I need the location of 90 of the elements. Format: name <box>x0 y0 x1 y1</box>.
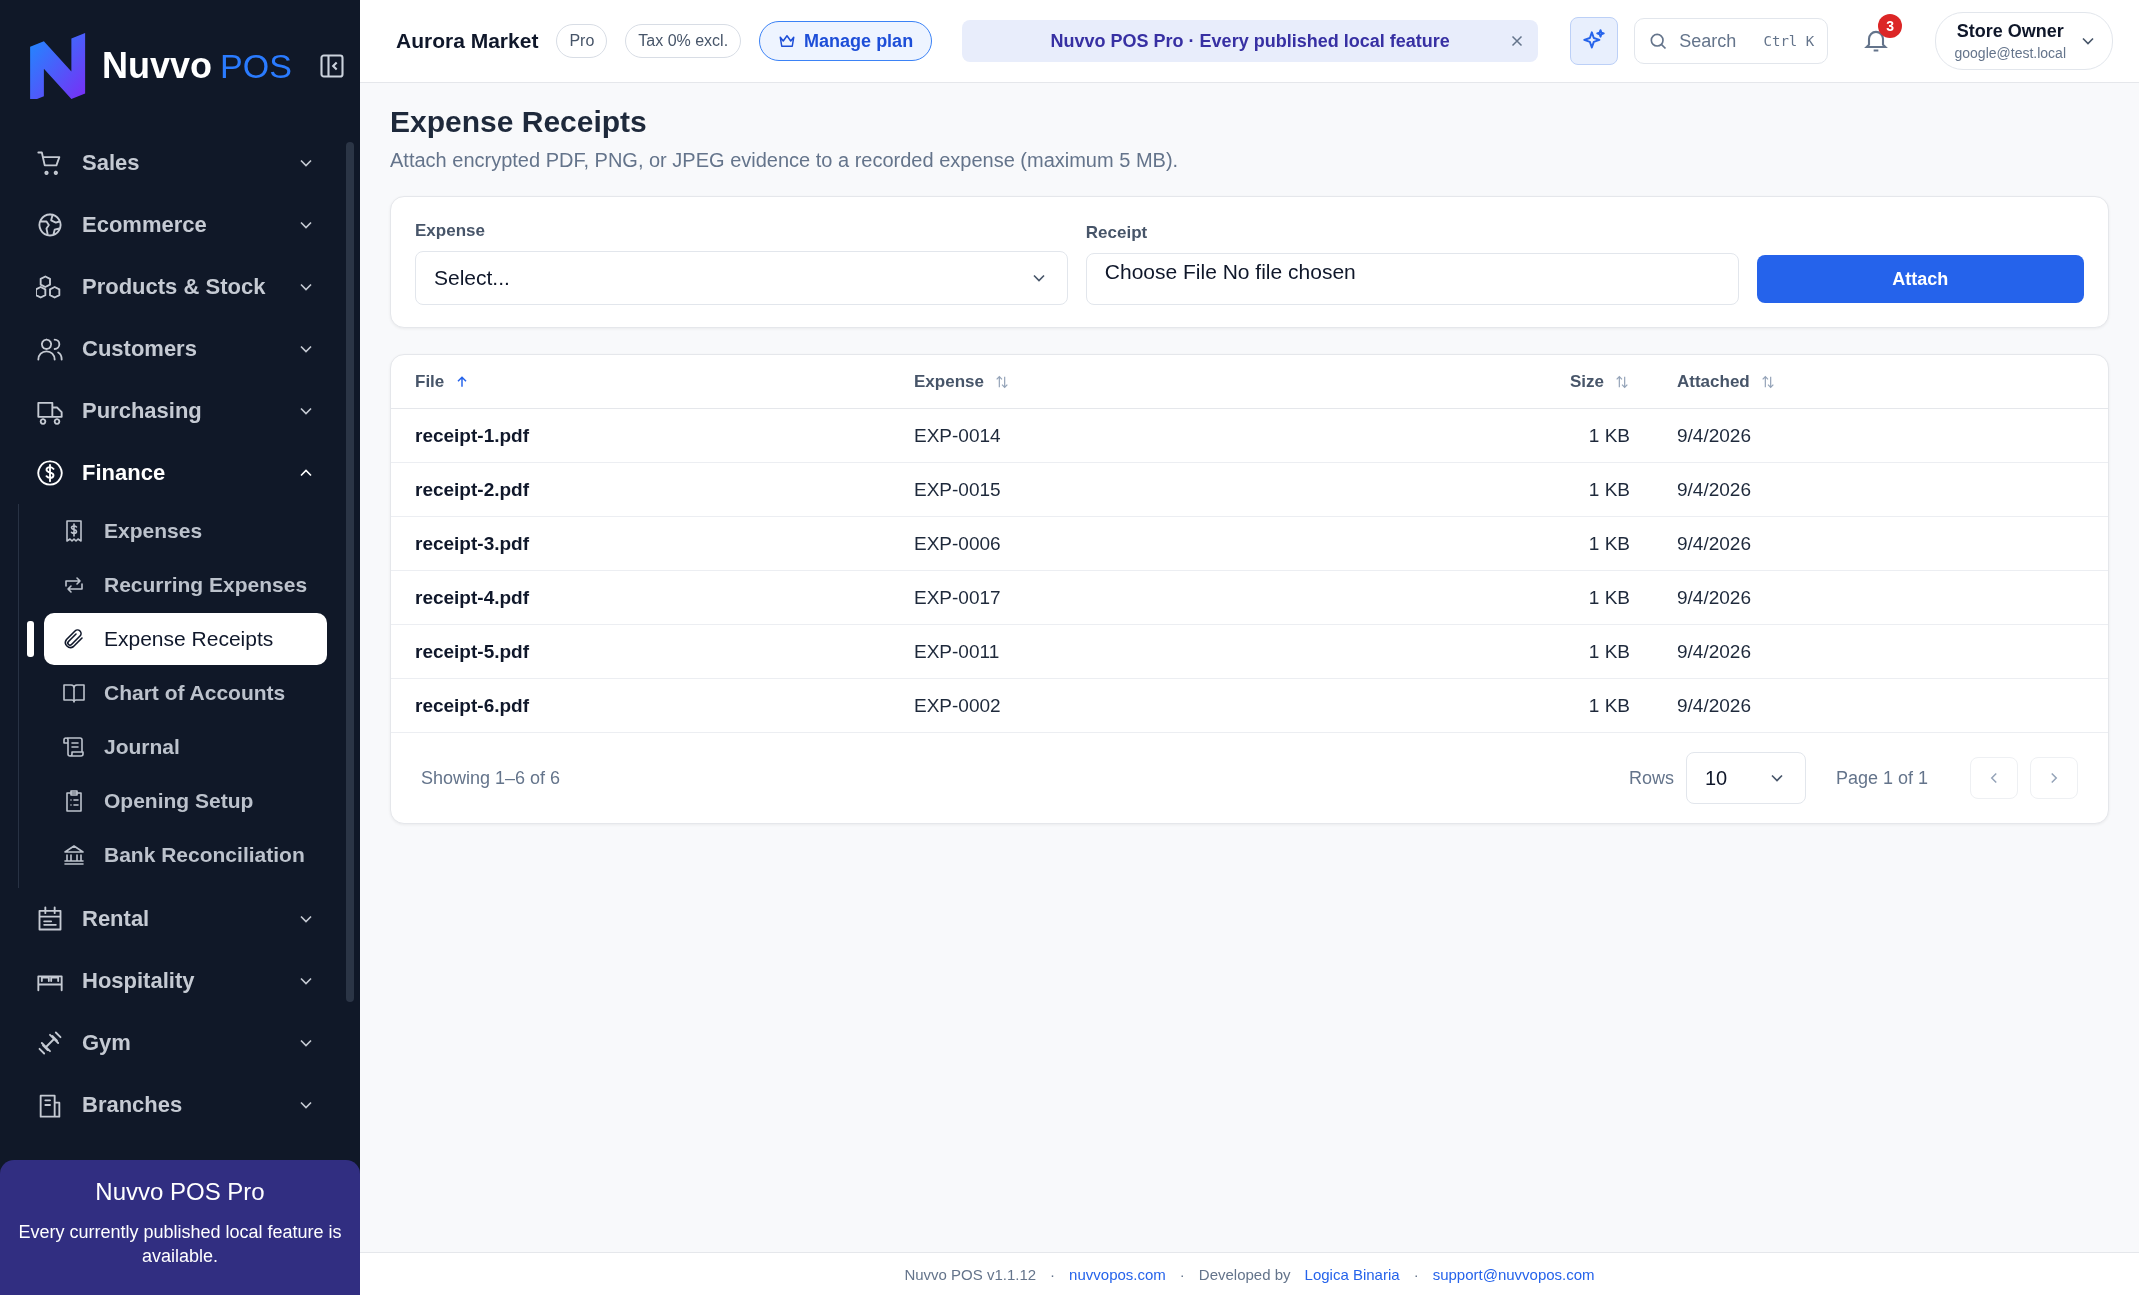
notification-count: 3 <box>1878 14 1903 38</box>
promo-text: Every currently published local feature is available. <box>17 1221 343 1269</box>
results-summary: Showing 1–6 of 6 <box>421 767 562 789</box>
sidebar-item[interactable]: Purchasing <box>0 380 360 442</box>
table-cell-text: 9/4/2026 <box>1676 478 1752 501</box>
footer-separator: · <box>1179 1265 1185 1283</box>
rows-label: Rows <box>1628 767 1674 789</box>
sidebar-item[interactable]: Products & Stock <box>0 256 360 318</box>
page-indicator: Page 1 of 1 <box>1835 767 1928 789</box>
sidebar-item[interactable]: Finance <box>0 442 360 504</box>
table-cell-text: 9/4/2026 <box>1676 424 1752 447</box>
sidebar-item[interactable]: Gym <box>0 1012 360 1074</box>
globe-icon <box>36 211 64 239</box>
sidebar-item[interactable]: Ecommerce <box>0 194 360 256</box>
sidebar-item[interactable]: Hospitality <box>0 950 360 1012</box>
promo-title: Nuvvo POS Pro <box>94 1178 266 1206</box>
table-cell-text: EXP-0002 <box>914 694 1002 717</box>
field-label: Expense <box>415 221 486 241</box>
table-cell-text: receipt-6.pdf <box>415 694 531 717</box>
page-subtitle: Attach encrypted PDF, PNG, or JPEG evidence to a recorded expense (maximum 5 MB). <box>390 149 1180 172</box>
sidebar-item[interactable]: Rental <box>0 888 360 950</box>
footer-separator: · <box>1050 1265 1056 1283</box>
banner-text: Nuvvo POS Pro · Every published local feature <box>1050 30 1450 52</box>
attach-button[interactable]: Attach <box>1756 255 2084 303</box>
table-cell-text: EXP-0015 <box>914 478 1002 501</box>
table-cell-text: EXP-0011 <box>914 640 1001 663</box>
table-cell-text: 1 KB <box>1587 478 1630 501</box>
brand-name: Nuvvo <box>102 45 213 87</box>
sidebar-item[interactable]: Branches <box>0 1074 360 1136</box>
table-cell-text: receipt-1.pdf <box>415 424 531 447</box>
sidebar-item[interactable]: Sales <box>0 132 360 194</box>
shortcut-hint: Ctrl K <box>1763 33 1815 49</box>
column-header[interactable]: Attached <box>1630 371 2084 392</box>
collapse-sidebar-icon[interactable] <box>317 52 346 80</box>
table-cell-text: 9/4/2026 <box>1676 532 1752 555</box>
sidebar-subitem[interactable]: Opening Setup <box>44 775 327 827</box>
sidebar-subitem[interactable]: Expense Receipts <box>44 613 327 665</box>
file-input[interactable]: Choose File No file chosen <box>1085 253 1739 305</box>
expense-select[interactable]: Select... <box>415 251 1068 305</box>
table-cell-text: 9/4/2026 <box>1676 694 1752 717</box>
footer-separator: · <box>1413 1265 1419 1283</box>
user-name: Store Owner <box>1956 21 2064 42</box>
column-header[interactable]: Size <box>1530 371 1630 392</box>
table-cell-text: 9/4/2026 <box>1676 586 1752 609</box>
rows-per-page-select[interactable]: 10 <box>1685 752 1806 804</box>
scroll-icon <box>62 735 86 759</box>
sidebar-subitem[interactable]: Bank Reconciliation <box>44 829 327 881</box>
sidebar-subitem[interactable]: Chart of Accounts <box>44 667 327 719</box>
active-indicator <box>27 621 34 657</box>
manage-plan-button[interactable]: Manage plan <box>759 21 933 61</box>
table-cell-text: EXP-0017 <box>914 586 1002 609</box>
table-cell-text: EXP-0014 <box>914 424 1002 447</box>
footer-text: Nuvvo POS v1.1.12 <box>904 1265 1037 1283</box>
footer-text: Developed by <box>1198 1265 1291 1283</box>
scrollbar-thumb[interactable] <box>346 142 354 1002</box>
crown-icon <box>778 32 797 50</box>
table-cell-text: receipt-4.pdf <box>415 586 531 609</box>
calendar-icon <box>36 905 64 933</box>
paperclip-icon <box>62 627 86 651</box>
table-cell-text: 1 KB <box>1587 532 1630 555</box>
column-header[interactable]: File <box>415 371 914 392</box>
table-cell-text: receipt-3.pdf <box>415 532 531 555</box>
table-cell-text: 9/4/2026 <box>1676 640 1752 663</box>
sparkle-button[interactable] <box>1570 17 1619 65</box>
table-cell-text: 1 KB <box>1587 424 1630 447</box>
search-icon <box>1648 31 1669 51</box>
sidebar-subitem[interactable]: Expenses <box>44 505 327 557</box>
column-header[interactable]: Expense <box>914 371 1530 392</box>
dumbbell-icon <box>36 1029 64 1057</box>
sidebar-subitem[interactable]: Recurring Expenses <box>44 559 327 611</box>
table-cell-text: EXP-0006 <box>914 532 1002 555</box>
table-cell-text: 1 KB <box>1587 640 1630 663</box>
table-cell-text: 1 KB <box>1587 694 1630 717</box>
bank-icon <box>62 843 86 867</box>
footer-link[interactable]: nuvvopos.com <box>1069 1265 1166 1283</box>
user-email: google@test.local <box>1954 45 2066 61</box>
user-menu[interactable]: Store Owner google@test.local <box>1935 12 2113 70</box>
sidebar-subitem[interactable]: Journal <box>44 721 327 773</box>
store-name: Aurora Market <box>396 29 539 53</box>
footer-link[interactable]: Logica Binaria <box>1304 1265 1400 1283</box>
table-cell-text: receipt-2.pdf <box>415 478 531 501</box>
brand-suffix: POS <box>220 46 292 86</box>
table-cell-text: receipt-5.pdf <box>415 640 531 663</box>
field-label: Receipt <box>1085 223 1149 243</box>
footer-link[interactable]: support@nuvvopos.com <box>1432 1265 1595 1283</box>
book-icon <box>62 681 86 705</box>
dollar-icon <box>36 459 64 487</box>
sidebar-item[interactable]: Customers <box>0 318 360 380</box>
page-title: Expense Receipts <box>390 105 648 139</box>
table-cell-text: 1 KB <box>1587 586 1630 609</box>
